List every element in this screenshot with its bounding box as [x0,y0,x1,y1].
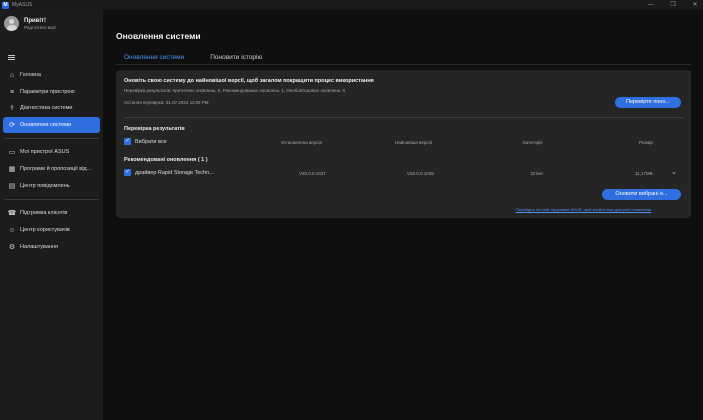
hamburger-menu-icon[interactable] [8,55,15,60]
sidebar-item-label: Параметри пристрою [20,89,75,95]
column-size: Розмір [639,140,653,145]
profile-subtitle: Раді вітати вас! [24,24,57,30]
close-icon[interactable]: ✕ [691,0,699,10]
sidebar-item-label: Підтримка клієнтів [20,210,68,216]
sidebar-item-device-settings[interactable]: ≡ Параметри пристрою [3,84,100,100]
asus-logo-icon: M [2,1,9,9]
sidebar-item-label: Головна [20,72,41,78]
page-title: Оновлення системи [116,31,201,41]
sidebar-item-label: Мої пристрої ASUS [20,149,70,155]
home-icon: ⌂ [9,71,15,79]
update-size: 11,17MB [635,171,653,176]
apps-icon: ▦ [8,166,16,173]
sidebar-divider [4,199,99,200]
sidebar-item-messages[interactable]: ▤ Центр повідомлень [3,178,100,194]
sidebar-item-apps[interactable]: ▦ Програми й пропозиції від... [3,161,100,177]
sidebar-item-home[interactable]: ⌂ Головна [3,67,100,83]
headset-icon: ☎ [7,210,17,217]
profile[interactable]: Привіт! Раді вітати вас! [4,16,56,31]
window-controls: — ❐ ✕ [647,0,699,10]
sidebar-item-label: Діагностика системи [20,105,73,111]
update-selected-button[interactable]: Оновити вибрані е... [602,189,681,200]
update-category: Driver [531,171,543,176]
maximize-icon[interactable]: ❐ [669,0,677,10]
minimize-icon[interactable]: — [647,0,655,10]
select-all-label: Вибрати все [135,139,167,145]
profile-text: Привіт! Раді вітати вас! [24,17,56,31]
sidebar-item-label: Оновлення системи [20,122,71,128]
tab-underline [116,64,691,65]
app-title: MyASUS [12,2,33,8]
sidebar-item-label: Центр повідомлень [20,183,70,189]
update-installed-version: V20.0.0.1037 [299,171,326,176]
message-icon: ▤ [8,183,16,190]
user-icon: ☺ [8,226,16,234]
results-title: Перевірка результатів [124,126,185,132]
update-latest-version: V20.0.0.1038 [407,171,434,176]
check-updates-button[interactable]: Перевірте поно... [615,97,681,108]
card-heading: Оновіть свою систему до найновішої версі… [124,78,374,84]
column-category: Категорія [523,140,543,145]
sidebar: Привіт! Раді вітати вас! ⌂ Головна ≡ Пар… [0,10,103,420]
sidebar-item-label: Центр користувачів [20,227,70,233]
sidebar-divider [4,138,99,139]
gear-icon: ⚙ [8,244,16,251]
last-check-time: Остання перевірка: 01.07.2024 11:55 PM [124,100,209,105]
sidebar-item-my-devices[interactable]: ▭ Мої пристрої ASUS [3,144,100,160]
refresh-icon: ⟳ [9,122,15,129]
sliders-icon: ≡ [9,88,15,96]
select-all-checkbox[interactable]: ✓ [124,138,131,145]
check-summary: Перевірка результатів: Критичних оновлен… [124,88,346,93]
sidebar-item-settings[interactable]: ⚙ Налаштування [3,239,100,255]
update-card: Оновіть свою систему до найновішої версі… [116,70,691,218]
sidebar-item-diagnostics[interactable]: ⚕ Діагностика системи [3,100,100,116]
recommended-updates-title: Рекомендовані оновлення ( 1 ) [124,157,208,163]
update-name: драйвер Rapid Storage Techn... [135,170,214,176]
profile-greeting: Привіт! [24,17,46,24]
support-site-link[interactable]: Перейдіть на сайт підтримки ASUS, щоб зн… [516,207,651,212]
sidebar-item-label: Програми й пропозиції від... [20,166,92,172]
title-bar: M MyASUS — ❐ ✕ [0,0,703,10]
devices-icon: ▭ [8,149,16,156]
column-latest-version: Найновіша версія [395,140,433,145]
diagnostics-icon: ⚕ [10,105,14,112]
update-row-checkbox[interactable]: ✓ [124,169,131,176]
sidebar-item-label: Налаштування [20,244,59,250]
column-installed-version: Установлена версія [281,140,322,145]
avatar [4,16,19,31]
sidebar-item-system-update[interactable]: ⟳ Оновлення системи [3,117,100,133]
sidebar-item-support[interactable]: ☎ Підтримка клієнтів [3,205,100,221]
card-divider [124,117,684,118]
sidebar-item-user-center[interactable]: ☺ Центр користувачів [3,222,100,238]
chevron-down-icon[interactable]: ⌄ [671,168,677,176]
